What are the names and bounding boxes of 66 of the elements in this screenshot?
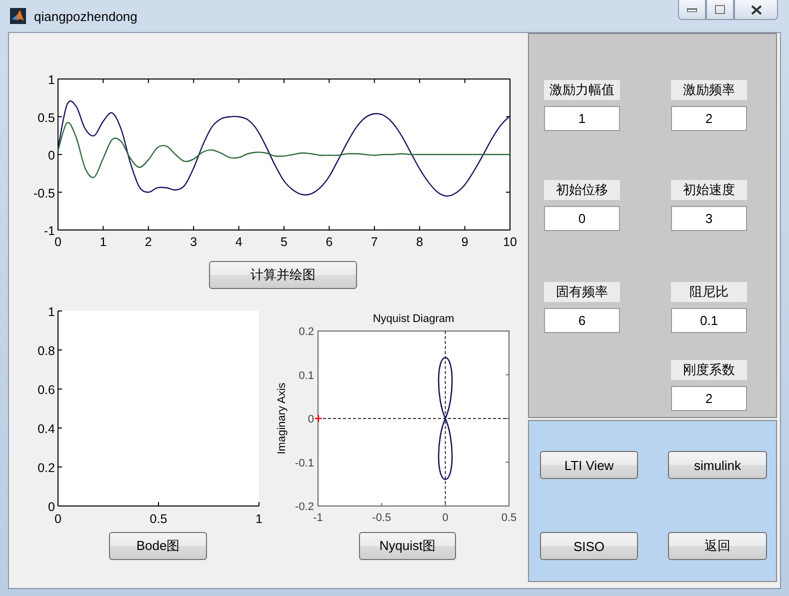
- parameter-label: 初始速度: [671, 180, 747, 200]
- input-field[interactable]: 0: [544, 206, 620, 231]
- tick-label: 1: [256, 512, 262, 526]
- input-field[interactable]: 2: [671, 106, 747, 131]
- parameter-label: 激励力幅值: [544, 80, 620, 100]
- tick-label: -0.5: [33, 186, 55, 200]
- app-icon: [10, 8, 26, 24]
- tick-label: 1: [100, 235, 107, 249]
- tick-label: 0.8: [38, 344, 55, 358]
- close-icon: [750, 4, 762, 14]
- tick-label: 0.2: [298, 326, 314, 338]
- parameter-label: 激励频率: [671, 80, 747, 100]
- tick-label: -1: [313, 512, 323, 524]
- chart-title: Nyquist Diagram: [372, 313, 454, 325]
- parameter-label: 固有频率: [544, 282, 620, 302]
- close-button[interactable]: [734, 0, 778, 20]
- tick-label: 0: [308, 414, 314, 426]
- parameter-label: 阻尼比: [671, 282, 747, 302]
- input-field[interactable]: 0.1: [671, 308, 747, 333]
- tick-label: 0.5: [501, 512, 517, 524]
- tick-label: 8: [416, 235, 424, 249]
- tick-label: 0.5: [38, 110, 55, 125]
- nyquist-button[interactable]: Nyquist图: [359, 532, 456, 560]
- action-button[interactable]: 返回: [668, 532, 767, 560]
- plot-button[interactable]: 计算并绘图: [209, 261, 357, 289]
- minimize-icon: [687, 8, 697, 12]
- tick-label: 0: [442, 512, 448, 524]
- tick-label: -1: [44, 224, 55, 238]
- action-button[interactable]: SISO: [540, 532, 638, 560]
- parameter-label: 初始位移: [544, 180, 620, 200]
- tick-label: 0: [48, 500, 55, 514]
- tick-label: 0.1: [298, 370, 314, 382]
- tick-label: 0.4: [38, 422, 55, 436]
- tick-label: -0.5: [372, 512, 392, 524]
- bode-button[interactable]: Bode图: [109, 532, 207, 560]
- input-field[interactable]: 1: [544, 106, 620, 131]
- input-field[interactable]: 2: [671, 386, 747, 411]
- axis-label: Imaginary Axis: [276, 382, 288, 454]
- tick-label: 3: [190, 235, 198, 249]
- tick-label: 0.5: [150, 512, 168, 526]
- maximize-button[interactable]: [706, 0, 734, 20]
- tick-label: 9: [461, 235, 468, 249]
- plus-marker-icon: [314, 414, 323, 423]
- tick-label: 10: [503, 235, 517, 249]
- tick-label: 7: [370, 235, 378, 249]
- tick-label: 0: [48, 148, 55, 162]
- parameter-label: 刚度系数: [671, 360, 747, 380]
- input-field[interactable]: 6: [544, 308, 620, 333]
- action-button[interactable]: LTI View: [540, 451, 638, 479]
- tick-label: 1: [48, 305, 55, 319]
- input-field[interactable]: 3: [671, 206, 747, 231]
- tick-label: -0.2: [295, 501, 314, 513]
- tick-label: -0.1: [295, 457, 314, 470]
- tick-label: 4: [235, 235, 242, 249]
- window-title: qiangpozhendong: [34, 8, 138, 24]
- tick-label: 0.2: [38, 461, 55, 475]
- tick-label: 5: [280, 235, 288, 249]
- tick-label: 1: [48, 73, 55, 87]
- maximize-icon: [715, 5, 725, 14]
- tick-label: 6: [326, 235, 333, 249]
- tick-label: 0: [54, 235, 62, 249]
- tick-label: 0.6: [38, 383, 55, 397]
- action-button[interactable]: simulink: [668, 451, 767, 479]
- tick-label: 0: [54, 512, 62, 526]
- minimize-button[interactable]: [678, 0, 706, 20]
- tick-label: 2: [144, 235, 152, 249]
